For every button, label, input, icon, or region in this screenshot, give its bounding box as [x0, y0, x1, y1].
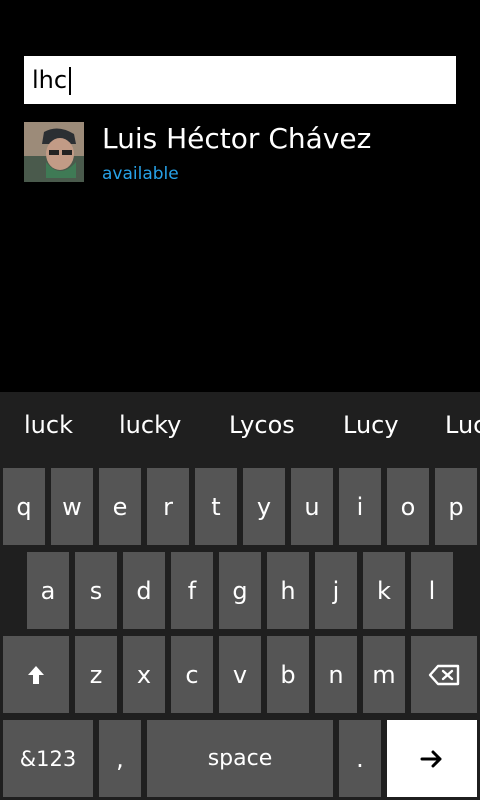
key-q[interactable]: q [3, 468, 45, 545]
profile-photo-icon [24, 122, 84, 182]
suggestion-item[interactable]: lucky [119, 392, 181, 458]
key-t[interactable]: t [195, 468, 237, 545]
comma-key[interactable]: , [99, 720, 141, 797]
key-c[interactable]: c [171, 636, 213, 713]
key-v[interactable]: v [219, 636, 261, 713]
key-d[interactable]: d [123, 552, 165, 629]
key-p[interactable]: p [435, 468, 477, 545]
arrow-right-icon [420, 750, 442, 767]
key-b[interactable]: b [267, 636, 309, 713]
search-input[interactable]: lhc [24, 56, 456, 104]
backspace-key[interactable] [411, 636, 477, 713]
contact-name: Luis Héctor Chávez [102, 122, 372, 155]
avatar [24, 122, 84, 182]
key-e[interactable]: e [99, 468, 141, 545]
period-key[interactable]: . [339, 720, 381, 797]
key-f[interactable]: f [171, 552, 213, 629]
key-h[interactable]: h [267, 552, 309, 629]
key-u[interactable]: u [291, 468, 333, 545]
key-x[interactable]: x [123, 636, 165, 713]
shift-key[interactable] [3, 636, 69, 713]
key-i[interactable]: i [339, 468, 381, 545]
key-g[interactable]: g [219, 552, 261, 629]
shift-arrow-up-icon [28, 665, 44, 684]
suggestion-item[interactable]: luck [24, 392, 73, 458]
key-o[interactable]: o [387, 468, 429, 545]
suggestion-item[interactable]: Luc [445, 392, 480, 458]
space-key[interactable]: space [147, 720, 333, 797]
numbers-key[interactable]: &123 [3, 720, 93, 797]
contact-result[interactable]: Luis Héctor Chávez available [24, 122, 456, 186]
key-n[interactable]: n [315, 636, 357, 713]
enter-key[interactable] [387, 720, 477, 797]
suggestion-item[interactable]: Lucy [343, 392, 399, 458]
key-w[interactable]: w [51, 468, 93, 545]
search-input-value: lhc [32, 66, 68, 94]
backspace-icon [428, 664, 460, 685]
key-y[interactable]: y [243, 468, 285, 545]
key-a[interactable]: a [27, 552, 69, 629]
text-caret [69, 67, 72, 95]
suggestion-item[interactable]: Lycos [229, 392, 295, 458]
contact-status: available [102, 164, 179, 184]
key-m[interactable]: m [363, 636, 405, 713]
key-z[interactable]: z [75, 636, 117, 713]
key-r[interactable]: r [147, 468, 189, 545]
key-s[interactable]: s [75, 552, 117, 629]
key-k[interactable]: k [363, 552, 405, 629]
key-l[interactable]: l [411, 552, 453, 629]
key-j[interactable]: j [315, 552, 357, 629]
word-suggestion-bar: luck lucky Lycos Lucy Luc [0, 392, 480, 458]
